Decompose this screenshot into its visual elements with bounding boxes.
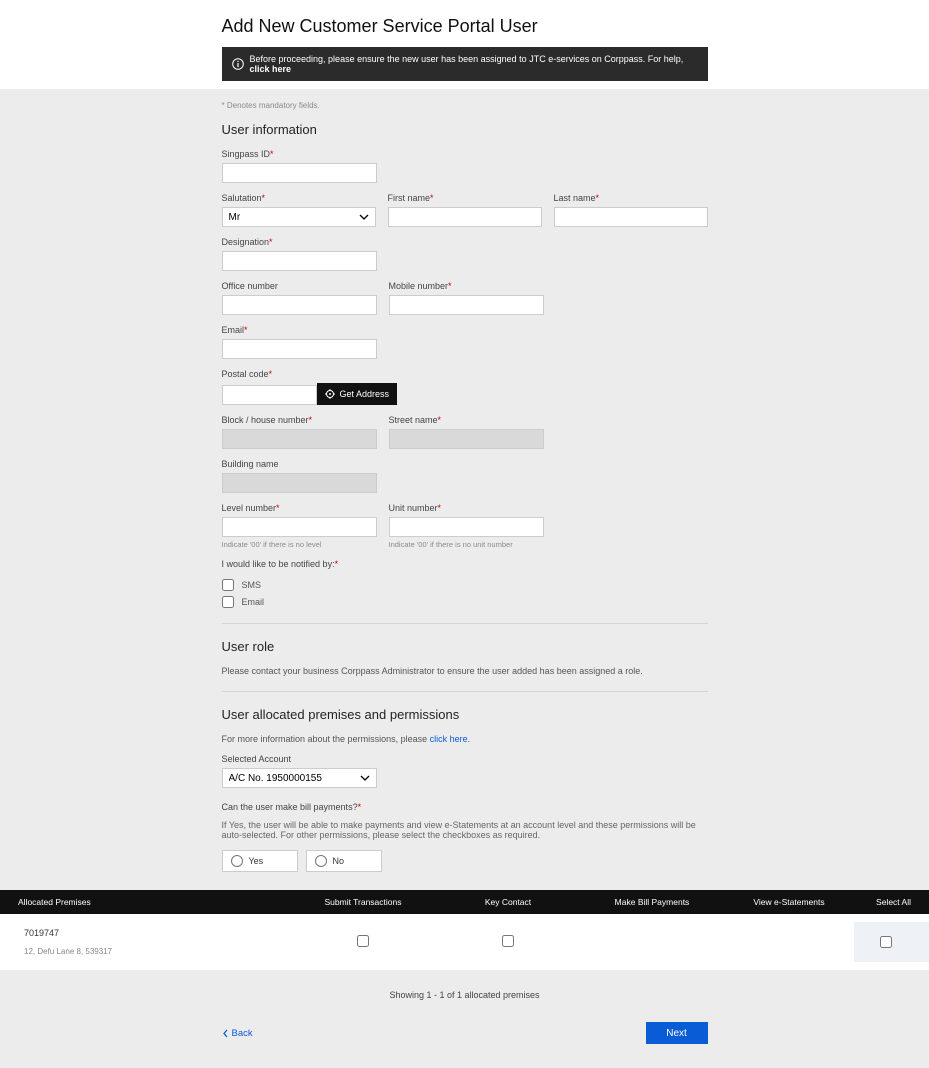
notify-email-checkbox[interactable] <box>222 596 234 608</box>
chevron-left-icon <box>222 1029 229 1038</box>
block-label: Block / house number* <box>222 415 377 425</box>
bill-no-option[interactable]: No <box>306 850 382 872</box>
bill-yes-option[interactable]: Yes <box>222 850 298 872</box>
get-address-button[interactable]: Get Address <box>317 383 398 405</box>
level-input[interactable] <box>222 517 377 537</box>
viewe-cell <box>724 939 854 945</box>
office-input[interactable] <box>222 295 377 315</box>
unit-hint: Indicate '00' if there is no unit number <box>389 540 544 549</box>
location-icon <box>325 389 335 399</box>
col-submit: Submit Transactions <box>290 894 436 910</box>
col-allocated: Allocated Premises <box>0 894 290 910</box>
office-label: Office number <box>222 281 377 291</box>
info-icon <box>232 58 244 70</box>
singpass-label: Singpass ID* <box>222 149 377 159</box>
bill-yes-radio[interactable] <box>231 855 243 867</box>
level-hint: Indicate '00' if there is no level <box>222 540 377 549</box>
mobile-label: Mobile number* <box>389 281 544 291</box>
back-link[interactable]: Back <box>222 1028 253 1039</box>
premises-addr: 12, Defu Lane 8, 539317 <box>18 944 284 959</box>
pager-text: Showing 1 - 1 of 1 allocated premises <box>0 970 929 1010</box>
section-premises-title: User allocated premises and permissions <box>222 707 708 722</box>
divider <box>222 623 708 624</box>
alert-link[interactable]: click here <box>250 64 292 74</box>
lastname-label: Last name* <box>554 193 708 203</box>
section-userinfo-title: User information <box>222 122 708 137</box>
unit-input[interactable] <box>389 517 544 537</box>
col-viewe: View e-Statements <box>724 894 854 910</box>
building-input <box>222 473 377 493</box>
email-label: Email* <box>222 325 377 335</box>
bill-yes-label: Yes <box>249 856 264 866</box>
postal-input[interactable] <box>222 385 317 405</box>
unit-label: Unit number* <box>389 503 544 513</box>
salutation-select[interactable]: Mr <box>222 207 376 227</box>
col-makebill: Make Bill Payments <box>580 894 724 910</box>
keycontact-checkbox[interactable] <box>502 935 514 947</box>
section-userrole-title: User role <box>222 639 708 654</box>
salutation-label: Salutation* <box>222 193 376 203</box>
postal-label: Postal code* <box>222 369 708 379</box>
col-selectall: Select All <box>854 894 929 910</box>
makebill-cell <box>580 939 724 945</box>
premises-id: 7019747 <box>18 925 284 941</box>
firstname-input[interactable] <box>388 207 542 227</box>
next-button[interactable]: Next <box>646 1022 708 1044</box>
notify-email-label: Email <box>242 597 265 607</box>
table-header: Allocated Premises Submit Transactions K… <box>0 890 929 914</box>
bill-no-radio[interactable] <box>315 855 327 867</box>
mandatory-note: * Denotes mandatory fields. <box>222 101 708 110</box>
singpass-input[interactable] <box>222 163 377 183</box>
notify-sms-checkbox[interactable] <box>222 579 234 591</box>
account-label: Selected Account <box>222 754 377 764</box>
street-input <box>389 429 544 449</box>
submit-checkbox[interactable] <box>357 935 369 947</box>
bill-help: If Yes, the user will be able to make pa… <box>222 820 708 840</box>
alert-text: Before proceeding, please ensure the new… <box>250 54 684 64</box>
street-label: Street name* <box>389 415 544 425</box>
notify-sms-label: SMS <box>242 580 262 590</box>
billq-label: Can the user make bill payments?* <box>222 802 708 812</box>
info-alert: Before proceeding, please ensure the new… <box>222 47 708 81</box>
level-label: Level number* <box>222 503 377 513</box>
section-userrole-desc: Please contact your business Corppass Ad… <box>222 666 708 676</box>
lastname-input[interactable] <box>554 207 708 227</box>
page-title: Add New Customer Service Portal User <box>222 16 708 37</box>
notify-label: I would like to be notified by:* <box>222 559 708 569</box>
account-select[interactable]: A/C No. 1950000155 <box>222 768 377 788</box>
building-label: Building name <box>222 459 377 469</box>
block-input <box>222 429 377 449</box>
section-premises-desc: For more information about the permissio… <box>222 734 708 744</box>
permissions-link[interactable]: click here <box>430 734 468 744</box>
divider <box>222 691 708 692</box>
table-row: 7019747 12, Defu Lane 8, 539317 <box>0 914 929 970</box>
designation-label: Designation* <box>222 237 377 247</box>
col-keycontact: Key Contact <box>436 894 580 910</box>
email-input[interactable] <box>222 339 377 359</box>
bill-no-label: No <box>333 856 345 866</box>
designation-input[interactable] <box>222 251 377 271</box>
mobile-input[interactable] <box>389 295 544 315</box>
firstname-label: First name* <box>388 193 542 203</box>
selectall-checkbox[interactable] <box>880 936 892 948</box>
